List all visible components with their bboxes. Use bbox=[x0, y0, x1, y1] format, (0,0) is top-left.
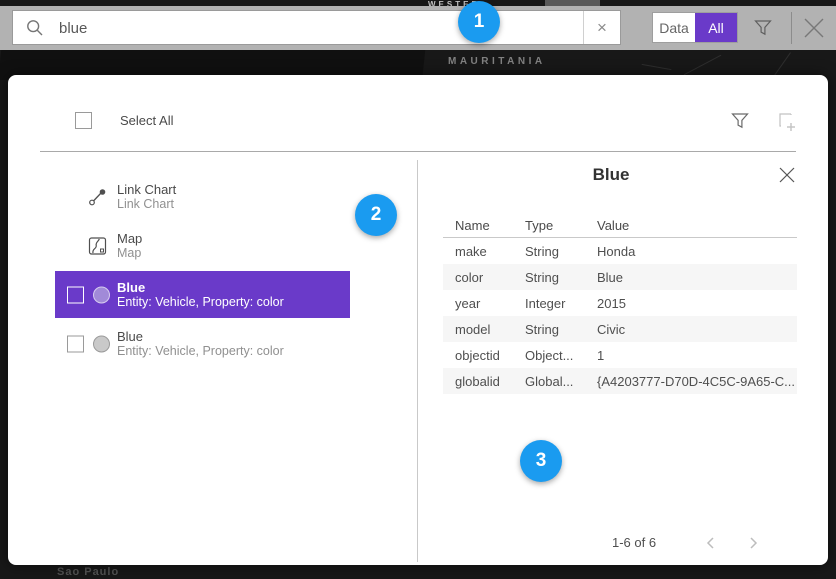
map-label-bottom: Sao Paulo bbox=[57, 566, 119, 578]
result-title: Link Chart bbox=[117, 181, 176, 196]
toolbar-divider bbox=[791, 12, 792, 44]
entity-circle-icon bbox=[93, 335, 110, 352]
map-icon bbox=[88, 236, 107, 255]
step-badge-2: 2 bbox=[355, 194, 397, 236]
toggle-option-all[interactable]: All bbox=[695, 13, 737, 42]
attribute-cell: Integer bbox=[525, 290, 597, 316]
toggle-option-data[interactable]: Data bbox=[653, 13, 695, 42]
attribute-cell: Honda bbox=[597, 238, 797, 265]
details-close-icon[interactable] bbox=[778, 166, 796, 184]
results-list: Link Chart Link Chart Map Map Blue Entit… bbox=[32, 172, 404, 368]
result-checkbox[interactable] bbox=[67, 335, 84, 352]
attribute-row: colorStringBlue bbox=[443, 264, 797, 290]
result-checkbox[interactable] bbox=[67, 286, 84, 303]
entity-circle-icon bbox=[93, 286, 110, 303]
step-badge-1: 1 bbox=[458, 1, 500, 43]
result-row[interactable]: Map Map bbox=[32, 221, 404, 270]
step-badge-3: 3 bbox=[520, 440, 562, 482]
link-chart-icon bbox=[88, 187, 107, 206]
attribute-cell: make bbox=[443, 238, 525, 265]
attribute-column-header: Name bbox=[443, 213, 525, 238]
data-all-toggle: Data All bbox=[652, 12, 738, 43]
result-row[interactable]: Link Chart Link Chart bbox=[32, 172, 404, 221]
app-window: WESTER MAURITANIA Sao Paulo × Data All bbox=[0, 0, 836, 579]
result-title: Blue bbox=[117, 328, 284, 343]
attribute-cell: 2015 bbox=[597, 290, 797, 316]
search-toolbar: × Data All bbox=[0, 6, 836, 50]
attribute-row: yearInteger2015 bbox=[443, 290, 797, 316]
attribute-cell: 1 bbox=[597, 342, 797, 368]
attribute-cell: String bbox=[525, 238, 597, 265]
attribute-row: modelStringCivic bbox=[443, 316, 797, 342]
filter-icon[interactable] bbox=[753, 18, 773, 38]
map-border-line bbox=[642, 64, 672, 70]
attribute-table-header: NameTypeValue bbox=[443, 213, 797, 238]
attribute-cell: model bbox=[443, 316, 525, 342]
select-all-label: Select All bbox=[120, 113, 173, 128]
attribute-table: NameTypeValue makeStringHondacolorString… bbox=[443, 213, 797, 394]
attribute-cell: String bbox=[525, 316, 597, 342]
attribute-cell: Object... bbox=[525, 342, 597, 368]
result-title: Map bbox=[117, 230, 142, 245]
search-box[interactable]: × bbox=[12, 10, 621, 45]
attribute-cell: year bbox=[443, 290, 525, 316]
select-all-row: Select All bbox=[75, 112, 173, 129]
map-label-mauritania: MAURITANIA bbox=[448, 56, 546, 67]
select-all-checkbox[interactable] bbox=[75, 112, 92, 129]
attribute-cell: color bbox=[443, 264, 525, 290]
result-subtitle: Entity: Vehicle, Property: color bbox=[117, 344, 284, 359]
result-subtitle: Map bbox=[117, 246, 142, 261]
attribute-cell: String bbox=[525, 264, 597, 290]
result-text: Blue Entity: Vehicle, Property: color bbox=[117, 279, 284, 309]
map-border-line bbox=[774, 52, 791, 76]
attribute-row: globalidGlobal...{A4203777-D70D-4C5C-9A6… bbox=[443, 368, 797, 394]
search-icon bbox=[26, 19, 44, 37]
result-subtitle: Link Chart bbox=[117, 197, 176, 212]
result-row[interactable]: Blue Entity: Vehicle, Property: color bbox=[32, 270, 404, 319]
map-border-line bbox=[684, 55, 722, 76]
result-text: Map Map bbox=[117, 230, 142, 260]
attribute-column-header: Value bbox=[597, 213, 797, 238]
attribute-cell: Blue bbox=[597, 264, 797, 290]
result-title: Blue bbox=[117, 279, 284, 294]
search-clear-button[interactable]: × bbox=[583, 11, 620, 44]
header-divider bbox=[40, 151, 796, 152]
results-filter-icon[interactable] bbox=[730, 111, 750, 131]
pagination-prev-icon[interactable] bbox=[704, 536, 718, 550]
clear-icon: × bbox=[597, 18, 607, 38]
result-row[interactable]: Blue Entity: Vehicle, Property: color bbox=[32, 319, 404, 368]
attribute-cell: Civic bbox=[597, 316, 797, 342]
result-text: Blue Entity: Vehicle, Property: color bbox=[117, 328, 284, 358]
details-title: Blue bbox=[425, 165, 797, 185]
search-results-panel: Select All Link Chart Link Chart bbox=[8, 75, 828, 565]
result-subtitle: Entity: Vehicle, Property: color bbox=[117, 295, 284, 310]
attribute-cell: {A4203777-D70D-4C5C-9A65-C... bbox=[597, 368, 797, 394]
result-text: Link Chart Link Chart bbox=[117, 181, 176, 211]
attribute-row: makeStringHonda bbox=[443, 238, 797, 265]
attribute-cell: globalid bbox=[443, 368, 525, 394]
pagination-label: 1-6 of 6 bbox=[612, 535, 656, 550]
pagination: 1-6 of 6 bbox=[612, 535, 760, 550]
pagination-next-icon[interactable] bbox=[746, 536, 760, 550]
attribute-row: objectidObject...1 bbox=[443, 342, 797, 368]
list-details-divider bbox=[417, 160, 418, 562]
attribute-cell: objectid bbox=[443, 342, 525, 368]
add-to-selection-icon[interactable] bbox=[776, 111, 798, 133]
close-search-icon[interactable] bbox=[801, 15, 827, 41]
attribute-column-header: Type bbox=[525, 213, 597, 238]
attribute-cell: Global... bbox=[525, 368, 597, 394]
